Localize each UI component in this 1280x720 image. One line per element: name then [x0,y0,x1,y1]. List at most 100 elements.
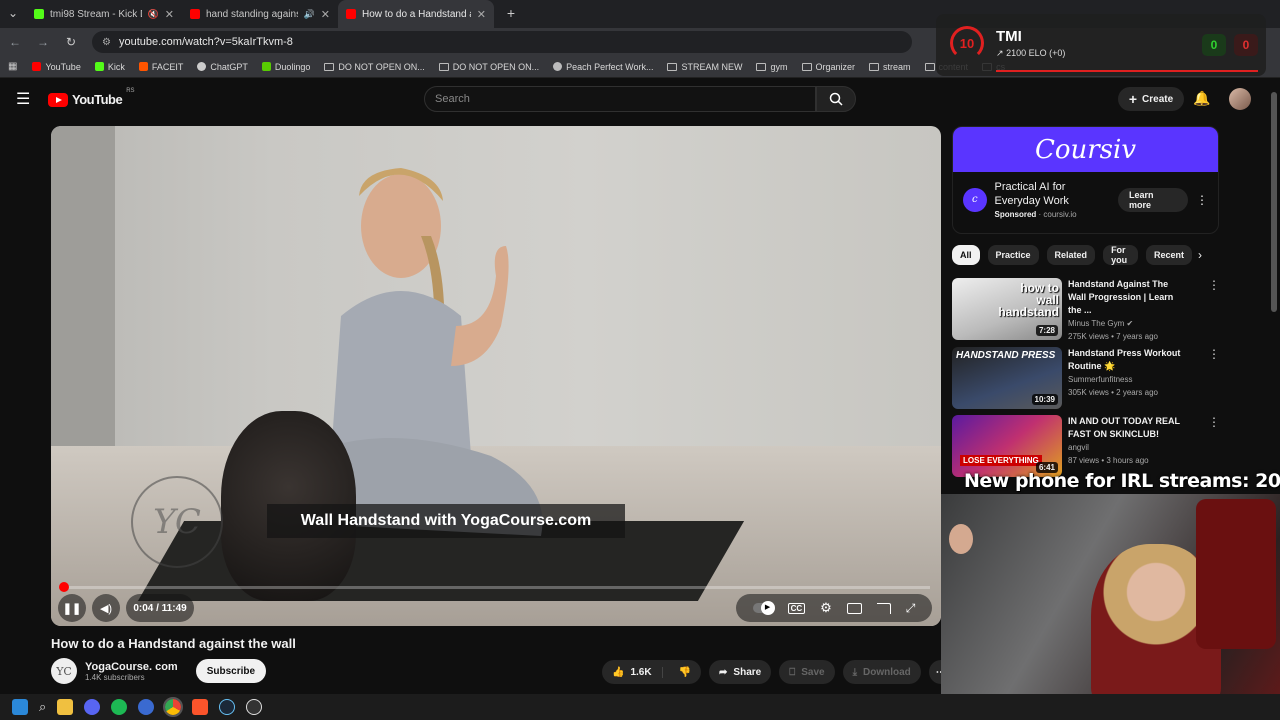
bookmark-folder[interactable]: gym [749,62,794,72]
account-avatar[interactable] [1229,88,1251,110]
chip-practice[interactable]: Practice [987,245,1039,265]
learn-more-button[interactable]: Learn more [1118,187,1189,212]
close-tab-icon[interactable]: ✕ [165,8,174,21]
windows-start-icon[interactable] [12,699,28,715]
chip-recent[interactable]: Recent [1145,245,1192,265]
chip-label: For you [1111,245,1128,265]
download-button[interactable]: ⤓ Download [842,660,921,684]
reload-icon[interactable]: ↻ [64,35,78,49]
volume-button[interactable]: ◀) [92,594,120,622]
time-text: 0:04 / 11:49 [133,602,187,614]
bookmark-kick[interactable]: Kick [88,62,132,72]
fullscreen-icon[interactable]: ⤢ [906,601,916,616]
bookmark-chatgpt[interactable]: ChatGPT [190,62,255,72]
site-info-icon[interactable]: ⚙ [102,37,111,48]
close-tab-icon[interactable]: ✕ [477,8,486,21]
address-bar[interactable]: ⚙ youtube.com/watch?v=5kaIrTkvm-8 [92,31,912,53]
channel-name[interactable]: YogaCourse. com [85,661,178,673]
youtube-logo[interactable]: YouTube RS [48,88,135,107]
folder-icon [924,62,935,71]
more-vert-icon[interactable]: ⋮ [1196,193,1208,207]
subscribe-button[interactable]: Subscribe [195,659,267,683]
browser-tab-kick[interactable]: tmi98 Stream - Kick Dashboard 🔇 ✕ [26,0,182,28]
video-thumbnail[interactable]: how to wall handstand 7:28 [952,278,1062,340]
chip-all[interactable]: All [952,245,980,265]
more-vert-icon[interactable]: ⋮ [1208,415,1220,429]
forward-icon[interactable]: → [36,35,50,49]
chip-for-you[interactable]: For you [1103,245,1138,265]
app-icon[interactable] [138,699,155,715]
bookmark-duolingo[interactable]: Duolingo [255,62,318,72]
menu-icon[interactable]: ☰ [16,89,30,109]
bookmark-faceit[interactable]: FACEIT [132,62,191,72]
audio-playing-icon[interactable]: 🔊 [304,9,315,20]
create-button[interactable]: + Create [1118,87,1184,111]
search-button[interactable] [816,86,856,112]
new-tab-icon[interactable]: + [504,5,518,21]
recommendation-channel[interactable]: Summerfunfitness [1068,373,1222,386]
video-thumbnail[interactable]: HANDSTAND PRESS 10:39 [952,347,1062,409]
sponsored-ad[interactable]: Coursiv c Practical AI for Everyday Work… [952,126,1219,234]
scrubber-handle[interactable] [59,582,69,592]
wall-edge [51,126,115,456]
browser-tab-youtube-search[interactable]: hand standing against wall beginner 🔊 ✕ [182,0,338,28]
subtitles-icon[interactable]: CC [787,602,806,614]
subscriber-count: 1.4K subscribers [85,672,145,682]
brave-icon[interactable] [192,699,209,715]
recommendation-meta: 87 views • 3 hours ago [1068,456,1149,465]
bookmark-folder[interactable]: DO NOT OPEN ON... [432,62,546,72]
chrome-icon[interactable] [163,697,184,717]
bookmark-peach-perfect[interactable]: Peach Perfect Work... [546,62,660,72]
settings-gear-icon[interactable]: ⚙ [820,600,832,616]
bookmark-folder[interactable]: Organizer [795,62,863,72]
recommendation-channel[interactable]: Minus The Gym ✔ [1068,317,1222,330]
spotify-icon[interactable] [111,699,128,715]
tab-search-icon[interactable]: ⌄ [6,6,20,20]
like-button[interactable]: 👍 1.6K [602,666,663,678]
share-button[interactable]: ➦ Share [709,660,772,684]
steam-icon[interactable] [219,699,236,715]
duration-badge: 7:28 [1035,325,1058,336]
progress-bar[interactable] [62,586,930,589]
theater-mode-icon[interactable] [846,602,862,614]
bookmark-folder[interactable]: stream [862,62,918,72]
video-thumbnail[interactable]: LOSE EVERYTHING 6:41 [952,415,1062,477]
muted-icon[interactable]: 🔇 [148,9,159,20]
chip-related[interactable]: Related [1046,245,1096,265]
recommendation-item[interactable]: how to wall handstand 7:28 Handstand Aga… [952,278,1222,342]
close-tab-icon[interactable]: ✕ [321,8,330,21]
play-pause-button[interactable]: ❚❚ [58,594,86,622]
ad-headline: Practical AI for Everyday Work [994,181,1069,207]
bookmark-folder[interactable]: STREAM NEW [660,62,749,72]
bookmark-label: DO NOT OPEN ON... [338,61,425,72]
browser-tab-active[interactable]: How to do a Handstand against the wall ✕ [338,0,494,28]
dislike-button[interactable]: 👎 [669,667,701,678]
ad-banner[interactable]: Coursiv [953,127,1218,172]
bookmark-folder[interactable]: DO NOT OPEN ON... [317,62,431,72]
duolingo-icon [261,62,271,71]
obs-icon[interactable] [246,699,263,715]
autoplay-toggle-icon[interactable]: ▶ [752,601,775,615]
cast-icon[interactable] [876,602,891,614]
chips-next-icon[interactable]: › [1198,248,1202,262]
bookmark-youtube[interactable]: YouTube [25,62,87,72]
page-scrollbar[interactable] [1271,92,1277,312]
youtube-play-icon [48,92,68,107]
recommendation-item[interactable]: HANDSTAND PRESS 10:39 Handstand Press Wo… [952,347,1222,411]
search-input[interactable]: Search [424,86,816,112]
recommendation-meta: 305K views • 2 years ago [1068,388,1158,397]
search-icon[interactable]: ⌕ [39,699,46,715]
back-icon[interactable]: ← [8,35,22,49]
more-vert-icon[interactable]: ⋮ [1208,278,1220,292]
recommendation-channel[interactable]: angvil [1068,441,1222,454]
video-player[interactable]: YC [51,126,941,626]
discord-icon[interactable] [84,699,101,715]
watermark-text: YC [153,502,201,542]
more-vert-icon[interactable]: ⋮ [1208,347,1220,361]
notifications-bell-icon[interactable]: 🔔 [1193,90,1210,107]
save-button[interactable]: ⎕ Save [779,660,835,684]
file-explorer-icon[interactable] [57,699,74,715]
advertiser-logo[interactable]: c [963,187,987,212]
channel-avatar[interactable]: YC [51,658,77,684]
apps-grid-icon[interactable]: ▦ [8,61,25,72]
